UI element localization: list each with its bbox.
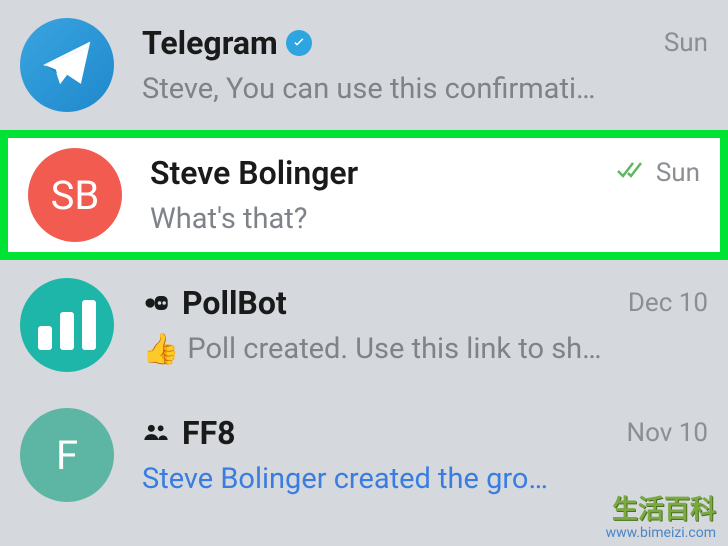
bars-icon xyxy=(38,300,96,350)
chat-item-steve[interactable]: SB Steve Bolinger Sun What's that? xyxy=(0,130,728,260)
chat-meta: Sun xyxy=(664,28,708,58)
chat-preview: 👍 Poll created. Use this link to sh… xyxy=(142,332,708,367)
chat-content: Telegram Sun Steve, You can use this con… xyxy=(142,24,708,106)
avatar-ff8: F xyxy=(20,408,114,502)
chat-item-telegram[interactable]: Telegram Sun Steve, You can use this con… xyxy=(0,0,728,130)
chat-item-pollbot[interactable]: PollBot Dec 10 👍 Poll created. Use this … xyxy=(0,260,728,390)
chat-name: Steve Bolinger xyxy=(150,154,358,192)
chat-name-wrap: Steve Bolinger xyxy=(150,154,358,192)
chat-name: PollBot xyxy=(182,284,287,322)
chat-content: Steve Bolinger Sun What's that? xyxy=(150,154,700,236)
chat-header-row: Telegram Sun xyxy=(142,24,708,62)
group-icon xyxy=(142,419,170,447)
thumbs-up-emoji: 👍 xyxy=(142,332,179,367)
timestamp: Sun xyxy=(656,158,700,188)
verified-badge-icon xyxy=(286,30,312,56)
chat-meta: Dec 10 xyxy=(628,288,708,318)
chat-content: FF8 Nov 10 Steve Bolinger created the gr… xyxy=(142,414,708,496)
watermark-url: www.bimeizi.com xyxy=(606,525,716,541)
chat-name-wrap: FF8 xyxy=(142,414,235,452)
avatar-steve: SB xyxy=(28,148,122,242)
chat-name: FF8 xyxy=(182,414,235,452)
telegram-plane-icon xyxy=(40,38,94,92)
watermark-cn: 生活百科 xyxy=(612,489,716,526)
chat-header-row: Steve Bolinger Sun xyxy=(150,154,700,192)
chat-name-wrap: Telegram xyxy=(142,24,312,62)
avatar-telegram xyxy=(20,18,114,112)
timestamp: Dec 10 xyxy=(628,288,708,318)
timestamp: Nov 10 xyxy=(627,418,708,448)
chat-preview: What's that? xyxy=(150,202,700,236)
chat-content: PollBot Dec 10 👍 Poll created. Use this … xyxy=(142,284,708,367)
preview-text: Poll created. Use this link to sh… xyxy=(187,332,601,366)
chat-preview: Steve, You can use this confirmati… xyxy=(142,72,708,106)
avatar-initials: F xyxy=(56,432,78,479)
chat-header-row: FF8 Nov 10 xyxy=(142,414,708,452)
read-check-icon xyxy=(616,159,648,187)
chat-meta: Nov 10 xyxy=(627,418,708,448)
timestamp: Sun xyxy=(664,28,708,58)
chat-name: Telegram xyxy=(142,24,278,62)
bot-icon xyxy=(142,289,170,317)
chat-meta: Sun xyxy=(616,158,700,188)
chat-header-row: PollBot Dec 10 xyxy=(142,284,708,322)
avatar-pollbot xyxy=(20,278,114,372)
avatar-initials: SB xyxy=(51,172,100,219)
chat-name-wrap: PollBot xyxy=(142,284,287,322)
